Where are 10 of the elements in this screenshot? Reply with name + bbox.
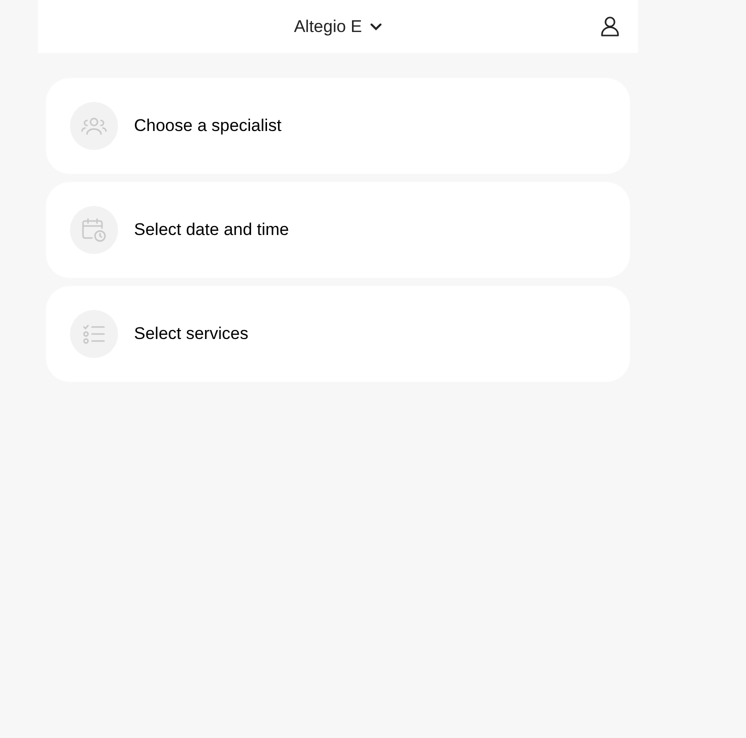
booking-step-card[interactable]: Select services (46, 286, 630, 382)
profile-button[interactable] (600, 16, 620, 37)
checklist-icon (83, 324, 105, 344)
chevron-down-icon (370, 22, 382, 30)
booking-step-card[interactable]: Select date and time (46, 182, 630, 278)
salon-selector[interactable]: Altegio E (294, 14, 382, 40)
user-icon (600, 16, 620, 37)
booking-step-card[interactable]: Choose a specialist (46, 78, 630, 174)
calendar-clock-icon (81, 217, 107, 243)
people-icon (81, 116, 107, 136)
